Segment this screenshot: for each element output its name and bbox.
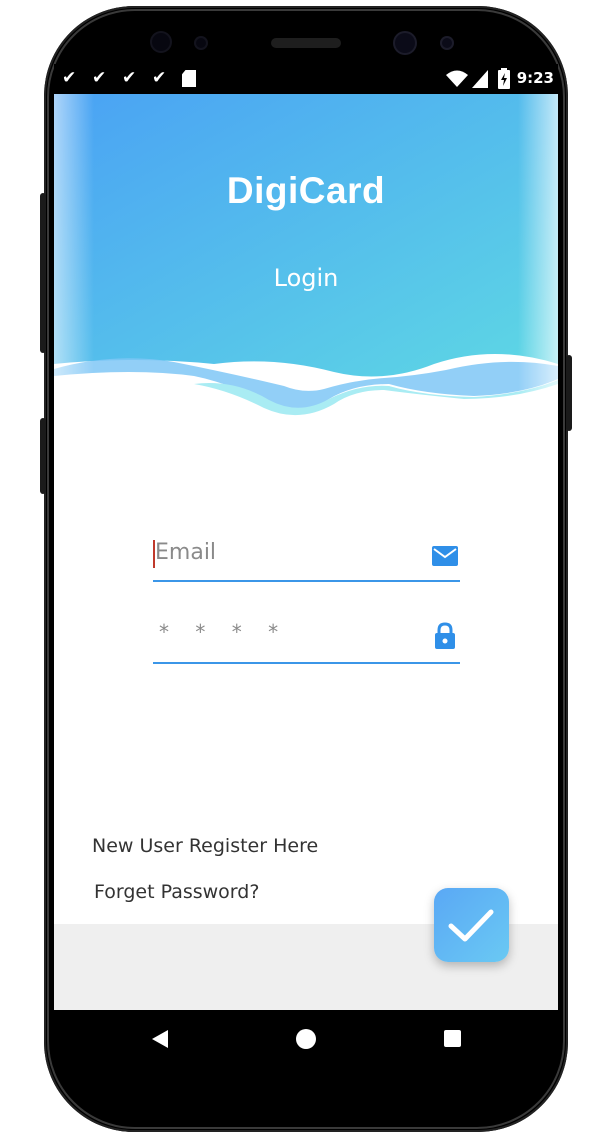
check-icon: ✔ <box>152 68 167 88</box>
check-icon: ✔ <box>92 68 107 88</box>
earpiece-speaker <box>271 38 341 48</box>
power-button <box>566 355 572 431</box>
login-header: DigiCard Login <box>54 94 558 424</box>
clock: 9:23 <box>516 69 554 87</box>
volume-button <box>40 193 46 353</box>
email-underline <box>153 580 460 582</box>
home-icon[interactable] <box>296 1029 316 1049</box>
email-input[interactable]: Email <box>155 540 216 565</box>
password-input[interactable]: * * * * <box>159 620 288 644</box>
iris-sensor <box>152 33 170 51</box>
mail-icon <box>432 546 458 566</box>
sensor <box>196 38 206 48</box>
navigation-bar <box>54 1010 558 1066</box>
app-screen: ✔ ✔ ✔ ✔ 9:23 DigiCard Login Email * * * … <box>54 64 558 1066</box>
battery-charging-icon <box>498 68 510 89</box>
check-icon: ✔ <box>62 68 77 88</box>
password-field[interactable]: * * * * <box>153 614 460 664</box>
recent-apps-icon[interactable] <box>444 1030 461 1047</box>
wifi-icon <box>446 70 468 87</box>
check-icon: ✔ <box>122 68 137 88</box>
back-icon[interactable] <box>152 1030 168 1048</box>
sd-card-icon <box>182 70 196 87</box>
proximity-sensor <box>442 38 452 48</box>
header-wave-background <box>54 94 558 424</box>
bixby-button <box>40 418 46 494</box>
front-camera <box>395 33 415 53</box>
register-link[interactable]: New User Register Here <box>92 835 318 857</box>
app-title: DigiCard <box>226 170 386 211</box>
status-bar: ✔ ✔ ✔ ✔ 9:23 <box>54 64 558 94</box>
email-field[interactable]: Email <box>153 534 460 582</box>
login-submit-button[interactable] <box>434 888 509 962</box>
check-icon <box>448 909 494 942</box>
screen-title: Login <box>273 264 339 292</box>
lock-icon <box>435 622 455 649</box>
signal-icon <box>472 70 488 88</box>
forgot-password-link[interactable]: Forget Password? <box>94 881 259 903</box>
password-underline <box>153 662 460 664</box>
